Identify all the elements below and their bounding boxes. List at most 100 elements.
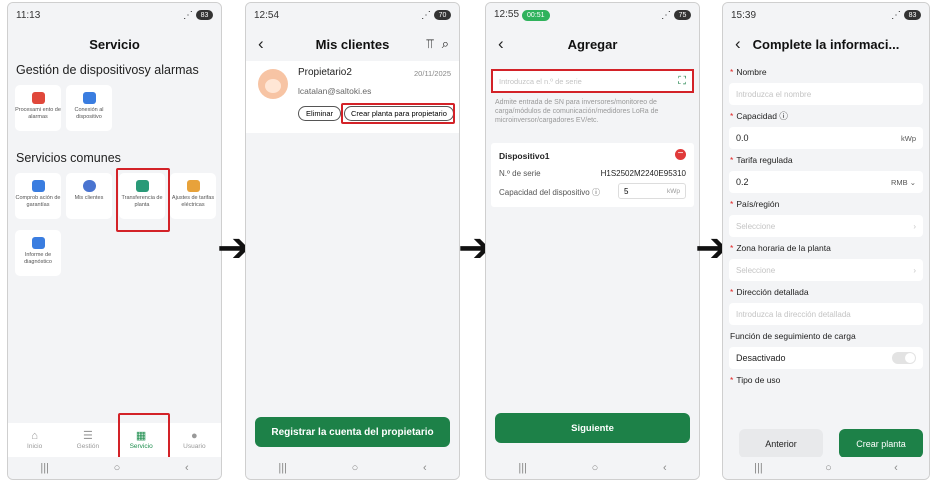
highlight-box (118, 413, 170, 459)
seguimiento-row: Desactivado (729, 347, 923, 369)
device-card: Dispositivo1 − N.º de serie H1S2502M2240… (491, 143, 694, 207)
tariff-icon (186, 180, 200, 192)
battery-icon: 83 (196, 10, 213, 20)
call-pill: 00:51 (522, 10, 550, 21)
signal-icon: ⋰ (421, 9, 431, 21)
serial-value: H1S2502M2240E95310 (600, 169, 686, 178)
tile-tarifas[interactable]: Ajustes de tarifas eléctricas (170, 173, 216, 219)
capacity-input[interactable]: 5 kWp (618, 183, 686, 199)
avatar (258, 69, 288, 99)
page-title: Mis clientes (315, 36, 390, 52)
label-direccion: * Dirección detallada (730, 287, 809, 297)
recents-icon[interactable]: ||| (40, 462, 49, 474)
screen-mis-clientes: 12:54 ⋰ 70 ‹ Mis clientes ⫪ ⌕ Propietario2 20… (245, 2, 460, 480)
back-nav-icon[interactable]: ‹ (423, 462, 427, 474)
alarm-icon (31, 92, 45, 104)
header: ‹ Mis clientes ⫪ ⌕ (246, 27, 459, 61)
label-zona: * Zona horaria de la planta (730, 243, 831, 253)
tab-inicio[interactable]: ⌂ Inicio (15, 430, 55, 450)
status-bar: 11:13 ⋰ 83 (8, 3, 221, 27)
capacidad-input[interactable]: 0.0 kWp (729, 127, 923, 149)
tile-diagnostico[interactable]: Informe de diagnóstico (15, 230, 61, 276)
label-capacidad: * Capacidad ⓘ (730, 111, 788, 121)
info-icon: ⓘ (591, 188, 600, 197)
tab-usuario[interactable]: ● Usuario (174, 430, 214, 450)
page-title: Complete la informaci... (752, 36, 900, 52)
scan-icon[interactable]: ⛶ (678, 75, 686, 88)
back-icon[interactable]: ‹ (498, 34, 504, 54)
nombre-input[interactable]: Introduzca el nombre (729, 83, 923, 105)
user-icon (82, 180, 96, 192)
serial-input[interactable]: Introduzca el n.º de serie ⛶ (491, 69, 694, 93)
list-icon: ☰ (82, 430, 93, 442)
signal-icon: ⋰ (661, 9, 671, 21)
delete-button[interactable]: Eliminar (298, 106, 342, 121)
recents-icon[interactable]: ||| (518, 462, 527, 474)
tile-conexion[interactable]: Conexión al dispositivo (66, 85, 112, 131)
battery-icon: 70 (434, 10, 451, 20)
zona-select[interactable]: Seleccione › (729, 259, 923, 281)
tile-mis-clientes[interactable]: Mis clientes (66, 173, 112, 219)
recents-icon[interactable]: ||| (278, 462, 287, 474)
previous-button[interactable]: Anterior (739, 429, 823, 458)
highlight-box (341, 103, 455, 124)
section-title: Gestión de dispositivosy alarmas (16, 63, 199, 77)
capacity-label: Capacidad del dispositivo ⓘ (499, 188, 600, 197)
back-nav-icon[interactable]: ‹ (185, 462, 189, 474)
home-icon: ⌂ (31, 430, 38, 442)
status-bar: 15:39 ⋰ 83 (723, 3, 929, 27)
help-text: Admite entrada de SN para inversores/mon… (495, 99, 659, 124)
currency-select[interactable]: RMB ⌄ (891, 178, 916, 187)
shield-icon (31, 180, 45, 192)
label-tipo: * Tipo de uso (730, 375, 781, 385)
screen-agregar: 12:55 00:51 ⋰ 75 ‹ Agregar Introduzca el n.º… (485, 2, 700, 480)
back-icon[interactable]: ‹ (258, 34, 264, 54)
tab-bar: ⌂ Inicio ☰ Gestión ▦ Servicio ● Usuario (8, 423, 221, 457)
clock: 12:54 (254, 9, 280, 21)
client-email: lcatalan@saltoki.es (298, 86, 372, 96)
load-tracking-toggle[interactable] (892, 352, 916, 364)
chevron-down-icon: ⌄ (909, 177, 916, 187)
screen-complete-info: 15:39 ⋰ 83 ‹ Complete la informaci... * Nomb… (722, 2, 930, 480)
client-card[interactable]: Propietario2 20/11/2025 lcatalan@saltoki… (246, 61, 459, 133)
tile-garantias[interactable]: Comprob ación de garantías (15, 173, 61, 219)
page-title: Agregar (567, 36, 618, 52)
recents-icon[interactable]: ||| (754, 462, 763, 474)
create-plant-button[interactable]: Crear planta (839, 429, 923, 458)
device-title: Dispositivo1 (499, 151, 550, 161)
tarifa-input[interactable]: 0.2 RMB ⌄ (729, 171, 923, 193)
screen-servicio: 11:13 ⋰ 83 Servicio Gestión de dispositivo… (7, 2, 222, 480)
section-title: Servicios comunes (16, 151, 121, 165)
tab-gestion[interactable]: ☰ Gestión (68, 430, 108, 450)
nav-bar: ||| ○ ‹ (723, 457, 929, 479)
highlight-box (116, 168, 170, 232)
client-name: Propietario2 (298, 67, 352, 78)
home-nav-icon[interactable]: ○ (825, 462, 832, 474)
label-seguimiento: Función de seguimiento de carga (730, 331, 856, 341)
pais-select[interactable]: Seleccione › (729, 215, 923, 237)
report-icon (31, 237, 45, 249)
chevron-right-icon: › (913, 221, 916, 231)
info-icon: ⓘ (779, 111, 788, 121)
next-button[interactable]: Siguiente (495, 413, 690, 443)
page-title: Servicio (89, 36, 140, 52)
header: ‹ Complete la informaci... (723, 27, 929, 61)
home-nav-icon[interactable]: ○ (114, 462, 121, 474)
tile-alarmas[interactable]: Procesami ento de alarmas (15, 85, 61, 131)
home-nav-icon[interactable]: ○ (352, 462, 359, 474)
org-chart-icon[interactable]: ⫪ (426, 36, 433, 52)
back-icon[interactable]: ‹ (735, 34, 741, 54)
back-nav-icon[interactable]: ‹ (663, 462, 667, 474)
label-pais: * País/región (730, 199, 780, 209)
device-link-icon (82, 92, 96, 104)
direccion-input[interactable]: Introduzca la dirección detallada (729, 303, 923, 325)
signal-icon: ⋰ (891, 9, 901, 21)
status-bar: 12:55 00:51 ⋰ 75 (486, 3, 699, 27)
register-owner-button[interactable]: Registrar la cuenta del propietario (255, 417, 450, 447)
serial-label: N.º de serie (499, 169, 541, 178)
back-nav-icon[interactable]: ‹ (894, 462, 898, 474)
search-icon[interactable]: ⌕ (442, 36, 449, 52)
home-nav-icon[interactable]: ○ (592, 462, 599, 474)
chevron-right-icon: › (913, 265, 916, 275)
remove-icon[interactable]: − (675, 149, 686, 160)
